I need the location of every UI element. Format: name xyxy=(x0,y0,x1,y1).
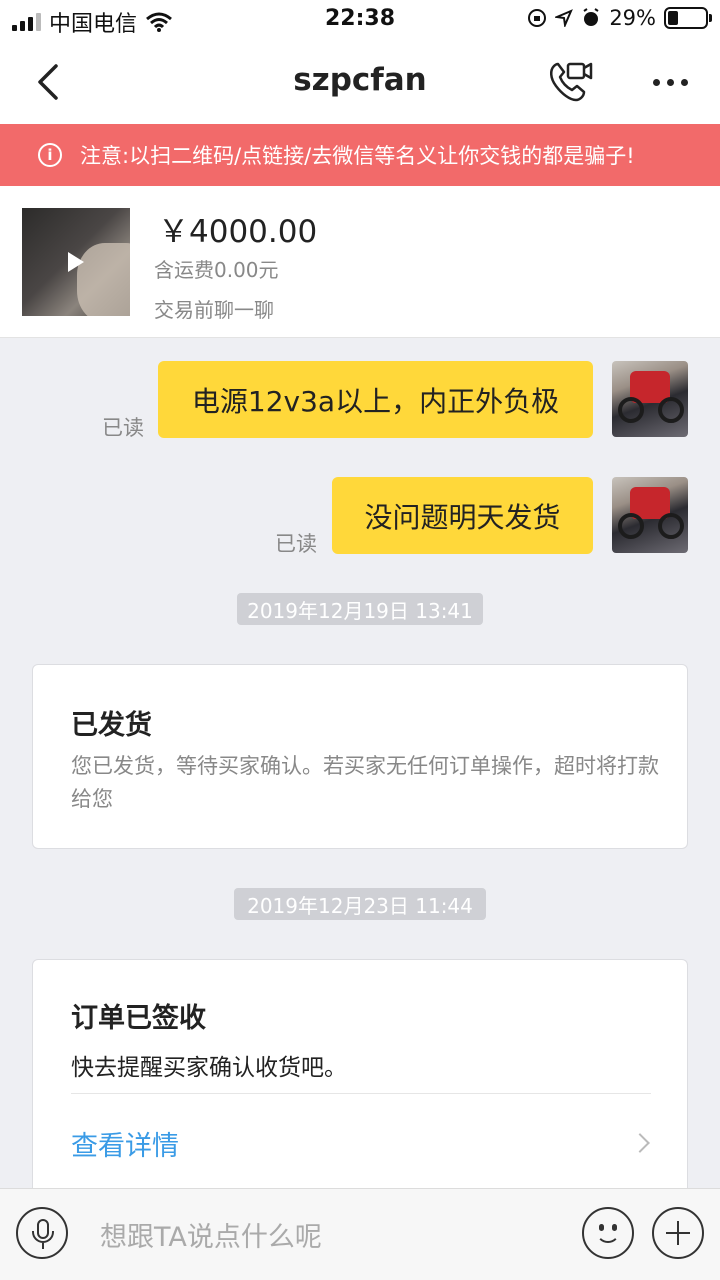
scam-warning-banner: i 注意:以扫二维码/点链接/去微信等名义让你交钱的都是骗子! xyxy=(0,124,720,186)
product-summary[interactable]: ￥4000.00 含运费0.00元 交易前聊一聊 xyxy=(0,186,720,338)
message-input[interactable]: 想跟TA说点什么呢 xyxy=(100,1215,322,1254)
plus-icon[interactable] xyxy=(652,1207,704,1259)
card-title: 订单已签收 xyxy=(71,1003,206,1034)
alarm-icon xyxy=(583,8,599,26)
play-icon xyxy=(68,252,84,272)
status-bar: 中国电信 22:38 29% xyxy=(0,0,720,40)
card-title: 已发货 xyxy=(71,710,152,741)
battery-icon xyxy=(664,7,712,29)
product-video-thumbnail[interactable] xyxy=(22,208,130,316)
divider xyxy=(71,1093,651,1094)
message-timestamp: 2019年12月19日 13:41 xyxy=(237,593,483,625)
message-timestamp: 2019年12月23日 11:44 xyxy=(234,888,486,920)
battery-percent: 29% xyxy=(609,6,656,30)
more-dots-icon[interactable] xyxy=(644,64,696,100)
location-icon xyxy=(555,9,574,27)
orientation-lock-icon xyxy=(528,9,547,27)
card-description: 您已发货，等待买家确认。若买家无任何订单操作，超时将打款给您 xyxy=(71,754,659,811)
page-title: szpcfan xyxy=(293,62,427,98)
chat-input-bar: 想跟TA说点什么呢 xyxy=(0,1188,720,1280)
avatar[interactable] xyxy=(612,361,688,437)
phone-video-icon[interactable] xyxy=(544,56,596,108)
shipping-fee: 含运费0.00元 xyxy=(154,258,279,282)
read-receipt: 已读 xyxy=(102,416,144,440)
nav-bar: szpcfan xyxy=(0,40,720,124)
chat-prompt: 交易前聊一聊 xyxy=(154,298,274,322)
view-details-link[interactable]: 查看详情 xyxy=(71,1124,179,1163)
battery-fill xyxy=(668,11,679,25)
emoji-icon[interactable] xyxy=(582,1207,634,1259)
avatar[interactable] xyxy=(612,477,688,553)
shipped-notice-card: 已发货 您已发货，等待买家确认。若买家无任何订单操作，超时将打款给您 xyxy=(32,664,688,849)
status-right: 29% xyxy=(527,6,712,30)
order-signed-card: 订单已签收 快去提醒买家确认收货吧。 查看详情 xyxy=(32,959,688,1199)
chevron-right-icon[interactable] xyxy=(630,1133,650,1153)
message-bubble[interactable]: 没问题明天发货 xyxy=(332,477,593,554)
message-bubble[interactable]: 电源12v3a以上，内正外负极 xyxy=(158,361,593,438)
info-icon: i xyxy=(38,143,62,167)
warning-text: 注意:以扫二维码/点链接/去微信等名义让你交钱的都是骗子! xyxy=(80,144,635,168)
microphone-icon[interactable] xyxy=(16,1207,68,1259)
read-receipt: 已读 xyxy=(275,532,317,556)
product-price: ￥4000.00 xyxy=(158,214,318,250)
card-text: 快去提醒买家确认收货吧。 xyxy=(71,1055,347,1081)
